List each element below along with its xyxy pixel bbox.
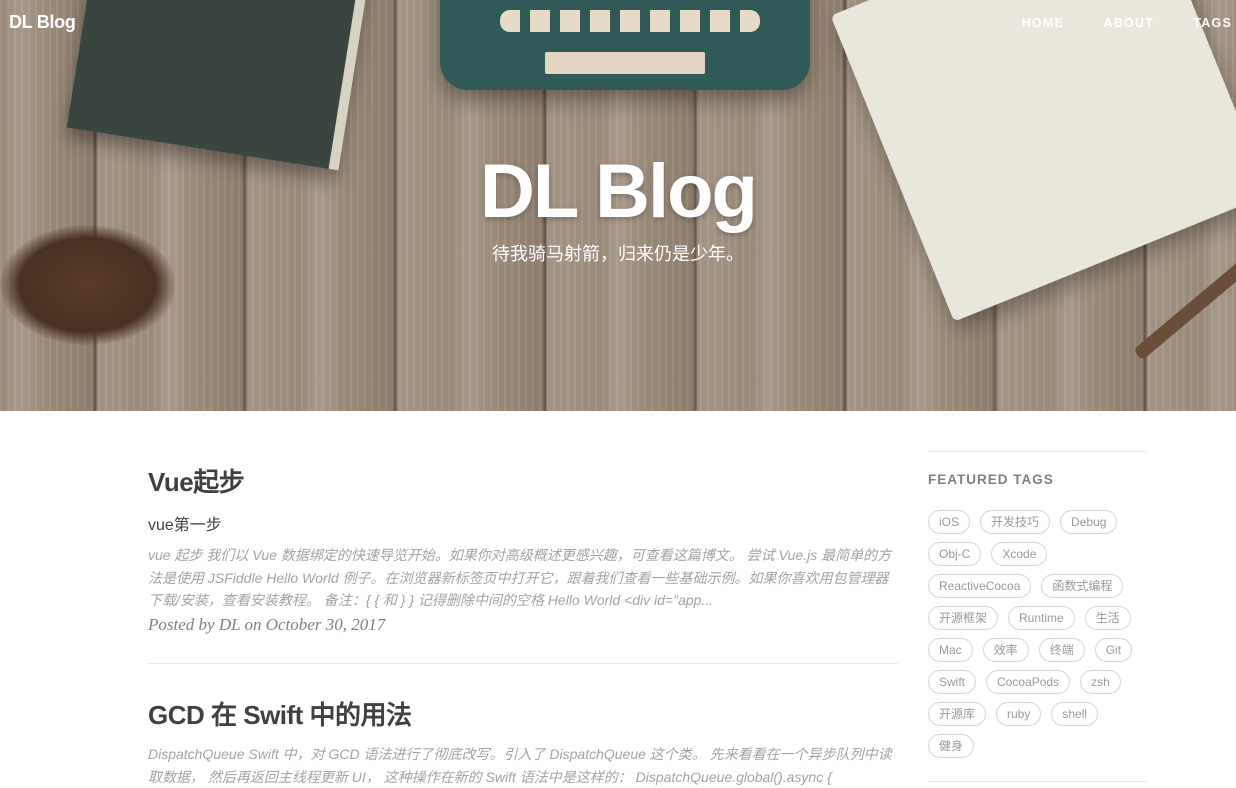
- tag-link[interactable]: Xcode: [991, 542, 1048, 566]
- tag-link[interactable]: 函数式编程: [1041, 574, 1124, 598]
- tag-link[interactable]: Mac: [928, 638, 973, 662]
- tag-link[interactable]: iOS: [928, 510, 971, 534]
- tag-link[interactable]: 开源框架: [928, 606, 999, 630]
- tag-link[interactable]: Obj-C: [928, 542, 982, 566]
- featured-tags-title: FEATURED TAGS: [928, 472, 1054, 487]
- hero-header: DL Blog HOME ABOUT TAGS DL Blog 待我骑马射箭，归…: [0, 0, 1236, 411]
- post-title[interactable]: Vue起步: [148, 462, 898, 499]
- tag-link[interactable]: 健身: [928, 734, 975, 758]
- post-meta: Posted by DL on October 30, 2017: [148, 614, 386, 634]
- sidebar-divider: [928, 781, 1147, 782]
- tag-link[interactable]: 开发技巧: [980, 510, 1051, 534]
- post-excerpt[interactable]: DispatchQueue Swift 中，对 GCD 语法进行了彻底改写。引入…: [148, 743, 898, 788]
- tag-link[interactable]: zsh: [1080, 670, 1121, 694]
- post-title[interactable]: GCD 在 Swift 中的用法: [148, 695, 898, 732]
- site-title: DL Blog: [480, 149, 758, 234]
- post-preview[interactable]: Vue起步 vue第一步 vue 起步 我们以 Vue 数据绑定的快速导览开始。…: [148, 462, 898, 635]
- tag-link[interactable]: CocoaPods: [986, 670, 1071, 694]
- tag-link[interactable]: ReactiveCocoa: [928, 574, 1032, 598]
- tag-link[interactable]: shell: [1051, 702, 1099, 726]
- featured-tags-list: iOS 开发技巧 Debug Obj-C Xcode ReactiveCocoa…: [928, 510, 1147, 758]
- tag-link[interactable]: Swift: [928, 670, 977, 694]
- tag-link[interactable]: 开源库: [928, 702, 987, 726]
- typewriter-illustration: [440, 0, 810, 90]
- post-preview[interactable]: GCD 在 Swift 中的用法 DispatchQueue Swift 中，对…: [148, 695, 898, 788]
- tag-link[interactable]: ruby: [996, 702, 1042, 726]
- brand-link[interactable]: DL Blog: [9, 12, 76, 33]
- nav-home[interactable]: HOME: [1022, 16, 1064, 30]
- tag-link[interactable]: Runtime: [1008, 606, 1075, 630]
- tag-link[interactable]: Debug: [1060, 510, 1118, 534]
- tag-link[interactable]: 终端: [1038, 638, 1085, 662]
- tag-link[interactable]: 效率: [982, 638, 1029, 662]
- site-subtitle: 待我骑马射箭，归来仍是少年。: [492, 244, 744, 264]
- post-subtitle[interactable]: vue第一步: [148, 511, 898, 535]
- nav-about[interactable]: ABOUT: [1104, 16, 1154, 30]
- tag-link[interactable]: 生活: [1084, 606, 1131, 630]
- nav-tags[interactable]: TAGS: [1193, 16, 1232, 30]
- sidebar-divider: [928, 451, 1147, 452]
- post-divider: [148, 663, 898, 664]
- tag-link[interactable]: Git: [1094, 638, 1133, 662]
- post-excerpt[interactable]: vue 起步 我们以 Vue 数据绑定的快速导览开始。如果你对高级概述更感兴趣，…: [148, 544, 898, 612]
